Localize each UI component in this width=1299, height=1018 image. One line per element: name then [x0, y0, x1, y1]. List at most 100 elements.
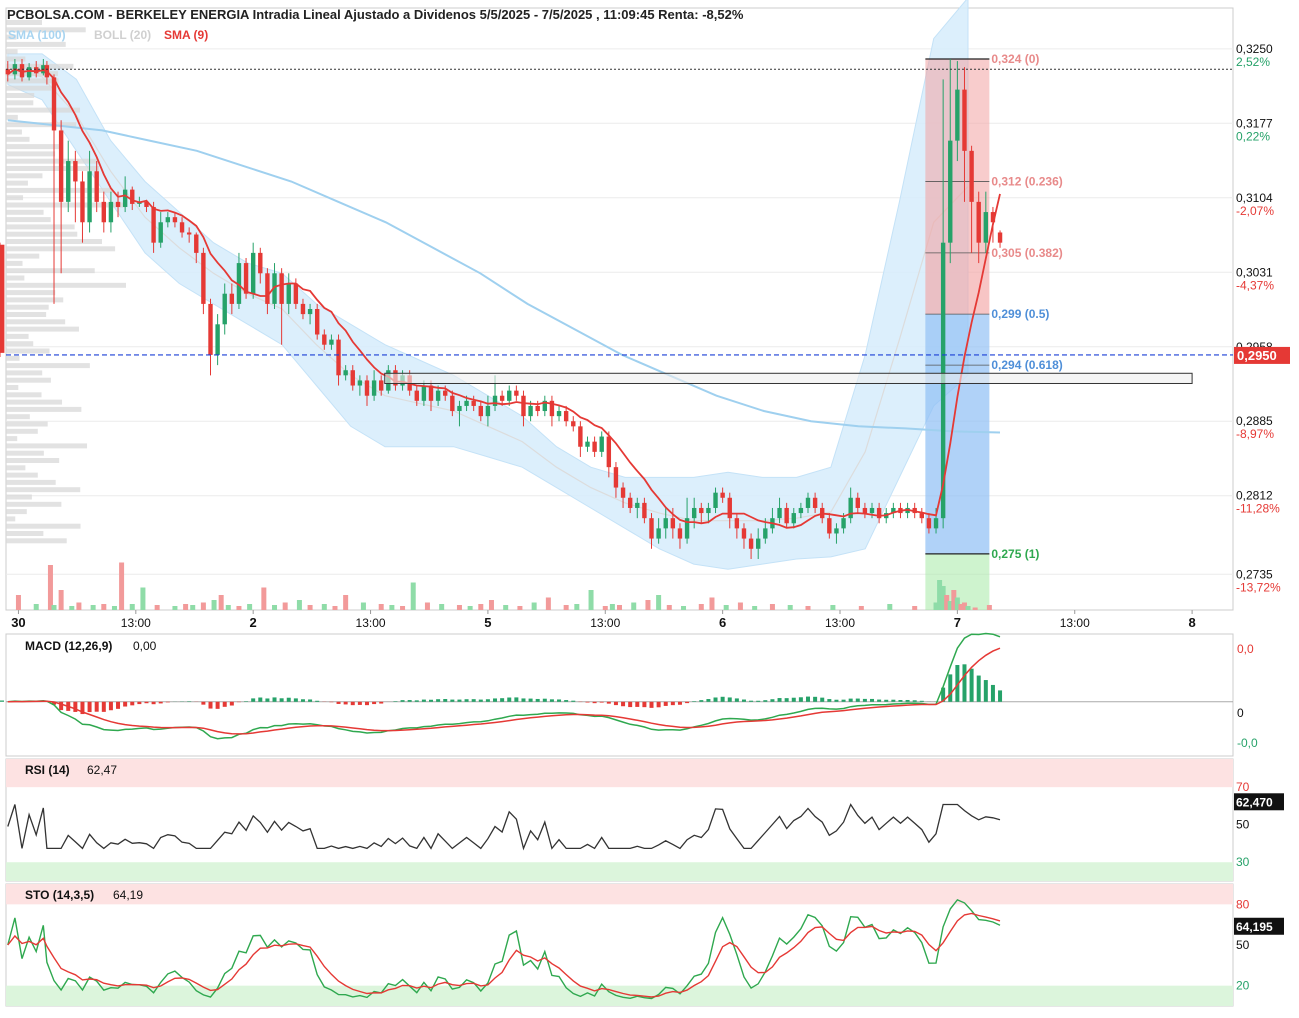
candle-body	[351, 370, 355, 385]
candle-body	[834, 528, 838, 533]
candle-body	[977, 202, 981, 243]
volume-profile-bar	[6, 334, 29, 339]
candle-body	[436, 391, 440, 401]
candle-body	[372, 380, 376, 395]
volume-bar	[617, 605, 622, 610]
legend-sma9[interactable]: SMA (9)	[164, 28, 208, 42]
volume-profile-bar	[6, 356, 20, 361]
candle-body	[621, 488, 625, 498]
sto-current-label: 64,195	[1236, 920, 1273, 934]
candle-body	[358, 380, 362, 385]
macd-histogram-bar	[827, 699, 831, 702]
chart-title: PCBOLSA.COM - BERKELEY ENERGIA Intradia …	[7, 7, 744, 22]
candle-body	[379, 380, 383, 390]
macd-histogram-bar	[308, 699, 312, 701]
macd-histogram-bar	[265, 698, 269, 701]
macd-histogram-bar	[351, 702, 355, 705]
volume-bar	[76, 603, 81, 611]
candle-body	[678, 528, 682, 538]
volume-profile-bar	[6, 370, 42, 375]
volume-bar	[361, 603, 366, 611]
macd-histogram-bar	[73, 702, 77, 712]
volume-profile-bar	[6, 524, 81, 529]
macd-panel: MACD (12,26,9) 0,00 0,0 0 -0,0	[0, 634, 1258, 757]
macd-histogram-bar	[962, 664, 966, 701]
volume-profile-bar	[6, 407, 81, 412]
volume-bar	[752, 606, 757, 610]
candle-body	[557, 411, 561, 416]
macd-histogram-bar	[223, 702, 227, 707]
candle-body	[471, 401, 475, 406]
macd-histogram-bar	[778, 698, 782, 702]
candle-body	[827, 518, 831, 533]
candle-body	[500, 396, 504, 401]
candle-body	[635, 503, 639, 508]
volume-profile-bar	[6, 392, 42, 397]
volume-bar	[34, 604, 39, 610]
volume-profile-bar	[6, 290, 55, 295]
time-tick-label: 13:00	[121, 616, 151, 630]
macd-histogram-bar	[273, 697, 277, 701]
macd-histogram-bar	[884, 700, 888, 702]
time-tick-label: 13:00	[356, 616, 386, 630]
candle-body	[664, 518, 668, 528]
legend-boll[interactable]: BOLL (20)	[94, 28, 151, 42]
time-tick-label: 5	[484, 615, 491, 630]
volume-profile-bar	[6, 203, 126, 208]
candle-body	[742, 528, 746, 538]
volume-bar	[503, 605, 508, 610]
macd-histogram-bar	[422, 700, 426, 702]
volume-profile-bar	[6, 436, 17, 441]
macd-histogram-bar	[216, 702, 220, 709]
macd-value: 0,00	[133, 639, 157, 653]
volume-profile-bar	[6, 49, 18, 54]
volume-bar	[468, 606, 473, 610]
macd-histogram-bar	[280, 698, 284, 701]
indicator-legend: SMA (100) BOLL (20) SMA (9)	[8, 28, 208, 42]
candle-body	[123, 190, 127, 207]
candle-body	[920, 513, 924, 518]
macd-histogram-bar	[521, 698, 525, 701]
volume-profile-bar	[6, 429, 38, 434]
candle-body	[159, 222, 163, 242]
macd-histogram-bar	[415, 700, 419, 701]
macd-histogram-bar	[657, 702, 661, 708]
volume-profile-bar	[6, 443, 87, 448]
macd-histogram-bar	[692, 701, 696, 702]
volume-profile-bar	[6, 246, 115, 251]
rsi-overbought-zone	[6, 759, 1233, 787]
volume-profile-bar	[6, 312, 46, 317]
macd-histogram-bar	[493, 698, 497, 701]
candle-body	[279, 273, 283, 304]
sto-overbought-zone	[6, 884, 1233, 904]
macd-histogram-bar	[365, 702, 369, 705]
volume-profile-bar	[6, 181, 28, 186]
volume-profile-bar	[6, 254, 39, 259]
macd-histogram-bar	[123, 702, 127, 707]
volume-bar	[411, 583, 416, 611]
macd-histogram-bar	[472, 699, 476, 702]
macd-histogram-bar	[450, 700, 454, 702]
candle-body	[934, 518, 938, 528]
candle-body	[713, 493, 717, 508]
volume-profile-bar	[6, 268, 95, 273]
stock-chart[interactable]: 0,324 (0)0,312 (0.236)0,305 (0.382)0,299…	[0, 0, 1299, 1013]
macd-panel-background	[6, 634, 1233, 756]
macd-histogram-bar	[507, 698, 511, 702]
legend-sma100[interactable]: SMA (100)	[8, 28, 66, 42]
macd-histogram-bar	[585, 702, 589, 703]
macd-histogram-bar	[735, 698, 739, 701]
percent-tick-label: 2,52%	[1236, 55, 1270, 69]
candle-body	[628, 498, 632, 508]
macd-histogram-bar	[664, 702, 668, 706]
volume-profile-bar	[6, 451, 44, 456]
candle-body	[102, 202, 106, 222]
volume-bar	[119, 563, 124, 611]
price-tick-label: 0,2735	[1236, 567, 1273, 581]
volume-bar	[379, 604, 384, 610]
percent-tick-label: -2,07%	[1236, 204, 1274, 218]
volume-bar	[681, 606, 686, 610]
candle-body	[223, 294, 227, 325]
macd-histogram-bar	[358, 702, 362, 705]
macd-histogram-bar	[756, 701, 760, 702]
